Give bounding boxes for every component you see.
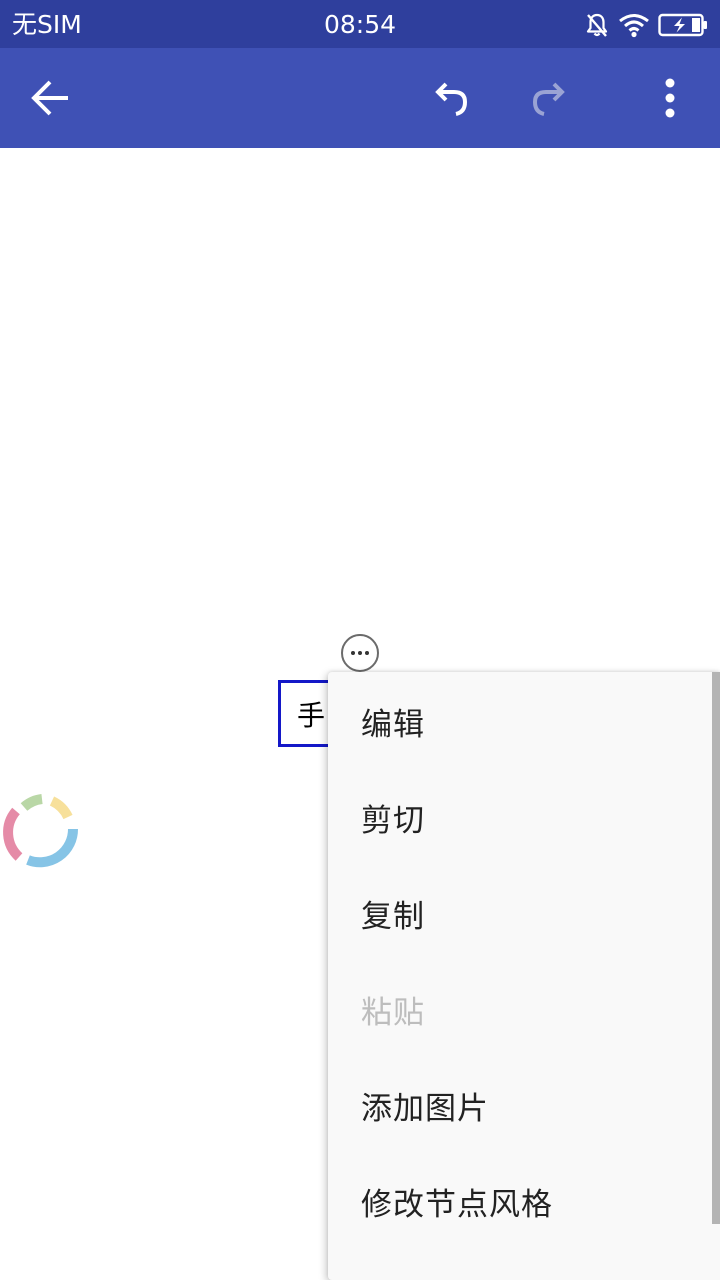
menu-item-label: 添加图片 bbox=[361, 1090, 489, 1127]
menu-item-paste: 粘贴 bbox=[328, 961, 708, 1057]
node-context-menu: 编辑 剪切 复制 粘贴 添加图片 修改节点风格 bbox=[328, 672, 720, 1280]
menu-item-label: 复制 bbox=[361, 898, 425, 935]
status-bar: 无SIM 08:54 bbox=[0, 0, 720, 48]
back-button[interactable] bbox=[20, 68, 80, 128]
app-toolbar bbox=[0, 48, 720, 148]
more-horizontal-icon bbox=[351, 651, 355, 655]
undo-button[interactable] bbox=[420, 68, 480, 128]
root-node-text: 手 bbox=[297, 698, 326, 732]
mute-bell-icon bbox=[586, 13, 608, 37]
more-vertical-icon bbox=[665, 78, 675, 118]
node-more-button[interactable] bbox=[341, 634, 379, 672]
status-icons bbox=[584, 10, 708, 40]
undo-icon bbox=[435, 82, 468, 116]
menu-item-edit[interactable]: 编辑 bbox=[328, 673, 708, 769]
more-horizontal-icon-dot bbox=[365, 651, 369, 655]
redo-icon bbox=[532, 82, 565, 116]
menu-item-copy[interactable]: 复制 bbox=[328, 865, 708, 961]
menu-item-label: 编辑 bbox=[361, 706, 425, 743]
menu-item-cut[interactable]: 剪切 bbox=[328, 769, 708, 865]
more-options-button[interactable] bbox=[640, 68, 700, 128]
menu-item-change-node-style[interactable]: 修改节点风格 bbox=[328, 1153, 708, 1249]
more-horizontal-icon-dot bbox=[358, 651, 362, 655]
menu-item-label: 修改节点风格 bbox=[361, 1186, 553, 1223]
spinner-icon bbox=[3, 794, 79, 868]
menu-item-label: 剪切 bbox=[361, 802, 425, 839]
menu-item-label: 粘贴 bbox=[361, 994, 425, 1031]
wifi-icon bbox=[619, 14, 649, 38]
menu-item-add-image[interactable]: 添加图片 bbox=[328, 1057, 708, 1153]
menu-scrollbar[interactable] bbox=[712, 672, 720, 1224]
arrow-left-icon bbox=[31, 80, 68, 116]
redo-button[interactable] bbox=[520, 68, 580, 128]
mindmap-editor-screen: 无SIM 08:54 手 编辑 剪切 复制 粘贴 添加图片 修改节点风格 bbox=[0, 0, 720, 1280]
battery-charging-icon bbox=[658, 13, 707, 37]
